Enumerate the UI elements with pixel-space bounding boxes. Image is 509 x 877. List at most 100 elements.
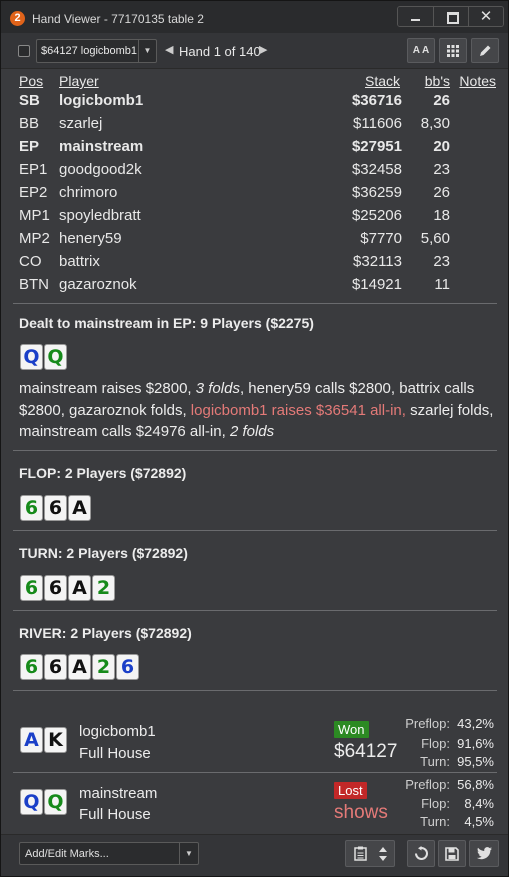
divider	[13, 610, 497, 611]
toolbar: $64127 logicbomb1 ▼ ◀ Hand 1 of 140 ▶ A …	[1, 33, 508, 69]
card: Q	[44, 344, 67, 370]
player-bbs: 26	[433, 92, 450, 109]
equity-label: Turn:	[420, 754, 450, 769]
player-row[interactable]: CO battrix $32113 23	[1, 253, 508, 275]
card: A	[20, 727, 43, 753]
clipboard-icon	[354, 846, 367, 861]
player-name: gazaroznok	[59, 276, 137, 293]
result-hand-rank: Full House	[79, 806, 151, 823]
save-icon	[445, 847, 459, 861]
hand-select-value: $64127 logicbomb1	[41, 45, 137, 57]
player-bbs: 5,60	[420, 230, 450, 247]
player-name: logicbomb1	[59, 92, 144, 109]
notes-stepper-button[interactable]	[345, 840, 395, 867]
player-name: szarlej	[59, 115, 103, 132]
card: A	[68, 654, 91, 680]
card: Q	[20, 789, 43, 815]
player-row[interactable]: BTN gazaroznok $14921 11	[1, 276, 508, 298]
replay-icon	[414, 846, 428, 860]
card: Q	[44, 789, 67, 815]
twitter-share-button[interactable]	[469, 840, 499, 867]
player-row[interactable]: MP2 henery59 $7770 5,60	[1, 230, 508, 252]
card: 6	[20, 654, 43, 680]
player-pos: BTN	[19, 276, 49, 293]
replay-button[interactable]	[407, 840, 435, 867]
header-bbs[interactable]: bb's	[425, 73, 450, 89]
player-stack: $7770	[360, 230, 402, 247]
showdown-cards: A K	[20, 727, 67, 753]
player-row[interactable]: MP1 spoyledbratt $25206 18	[1, 207, 508, 229]
equity-label: Flop:	[421, 736, 450, 751]
marks-select-value: Add/Edit Marks...	[25, 848, 109, 860]
header-pos[interactable]: Pos	[19, 73, 43, 89]
card: 2	[92, 654, 115, 680]
minimize-button[interactable]	[398, 7, 433, 26]
player-name: goodgood2k	[59, 161, 142, 178]
chevron-down-icon[interactable]: ▼	[179, 843, 198, 864]
hand-checkbox[interactable]	[18, 45, 30, 57]
header-player[interactable]: Player	[59, 73, 99, 89]
divider	[13, 690, 497, 691]
equity-value: 56,8%	[457, 777, 494, 792]
equity-label: Flop:	[421, 796, 450, 811]
player-pos: SB	[19, 92, 40, 109]
edit-button[interactable]	[471, 38, 499, 63]
turn-title: TURN: 2 Players ($72892)	[19, 545, 188, 561]
player-row[interactable]: EP mainstream $27951 20	[1, 138, 508, 160]
marks-select[interactable]: Add/Edit Marks... ▼	[19, 842, 199, 865]
action-text: 2 folds	[229, 423, 275, 440]
player-stack: $27951	[351, 138, 402, 155]
maximize-button[interactable]	[433, 7, 468, 26]
equity-label: Preflop:	[405, 777, 450, 792]
player-row[interactable]: SB logicbomb1 $36716 26	[1, 92, 508, 114]
app-logo-icon: 2	[10, 11, 25, 26]
header-notes[interactable]: Notes	[459, 73, 496, 89]
player-row[interactable]: EP2 chrimoro $36259 26	[1, 184, 508, 206]
bottom-bar: Add/Edit Marks... ▼	[1, 834, 508, 876]
equity-value: 91,6%	[457, 736, 494, 751]
player-bbs: 11	[434, 276, 450, 293]
player-stack: $32113	[353, 253, 402, 270]
player-row[interactable]: BB szarlej $11606 8,30	[1, 115, 508, 137]
player-name: chrimoro	[59, 184, 118, 201]
result-player-name[interactable]: logicbomb1	[79, 723, 156, 740]
card: 6	[44, 495, 67, 521]
action-text: 3 folds	[195, 380, 240, 397]
equity-label: Preflop:	[405, 716, 450, 731]
player-bbs: 8,30	[420, 115, 450, 132]
flop-cards: 6 6 A	[20, 495, 91, 521]
font-size-button[interactable]: A A	[407, 38, 435, 63]
card: 6	[20, 495, 43, 521]
action-text: mainstream raises $2800,	[19, 380, 196, 397]
close-button[interactable]: ✕	[468, 7, 503, 26]
next-hand-icon[interactable]: ▶	[259, 43, 267, 56]
result-shows: shows	[334, 802, 388, 823]
card: 6	[44, 654, 67, 680]
save-button[interactable]	[438, 840, 466, 867]
hand-counter: Hand 1 of 140	[179, 44, 261, 59]
player-bbs: 20	[433, 138, 450, 155]
player-bbs: 23	[433, 253, 450, 270]
player-pos: EP	[19, 138, 40, 155]
result-player-name[interactable]: mainstream	[79, 785, 157, 802]
player-name: henery59	[59, 230, 122, 247]
player-pos: MP1	[19, 207, 50, 224]
player-name: mainstream	[59, 138, 144, 155]
hand-select[interactable]: $64127 logicbomb1 ▼	[36, 39, 157, 63]
player-pos: EP1	[19, 161, 48, 178]
player-stack: $36259	[351, 184, 402, 201]
preflop-actions: mainstream raises $2800, 3 folds, henery…	[19, 378, 497, 443]
hand-viewer-window: 2 Hand Viewer - 77170135 table 2 ✕ $6412…	[0, 0, 509, 877]
equity-value: 43,2%	[457, 716, 494, 731]
divider	[13, 530, 497, 531]
player-row[interactable]: EP1 goodgood2k $32458 23	[1, 161, 508, 183]
player-bbs: 23	[433, 161, 450, 178]
previous-hand-icon[interactable]: ◀	[165, 43, 173, 56]
divider	[13, 450, 497, 451]
window-title: Hand Viewer - 77170135 table 2	[32, 12, 204, 26]
player-name: battrix	[59, 253, 100, 270]
player-stack: $36716	[351, 92, 402, 109]
header-stack[interactable]: Stack	[365, 73, 400, 89]
chevron-down-icon[interactable]: ▼	[138, 40, 156, 62]
grid-button[interactable]	[439, 38, 467, 63]
